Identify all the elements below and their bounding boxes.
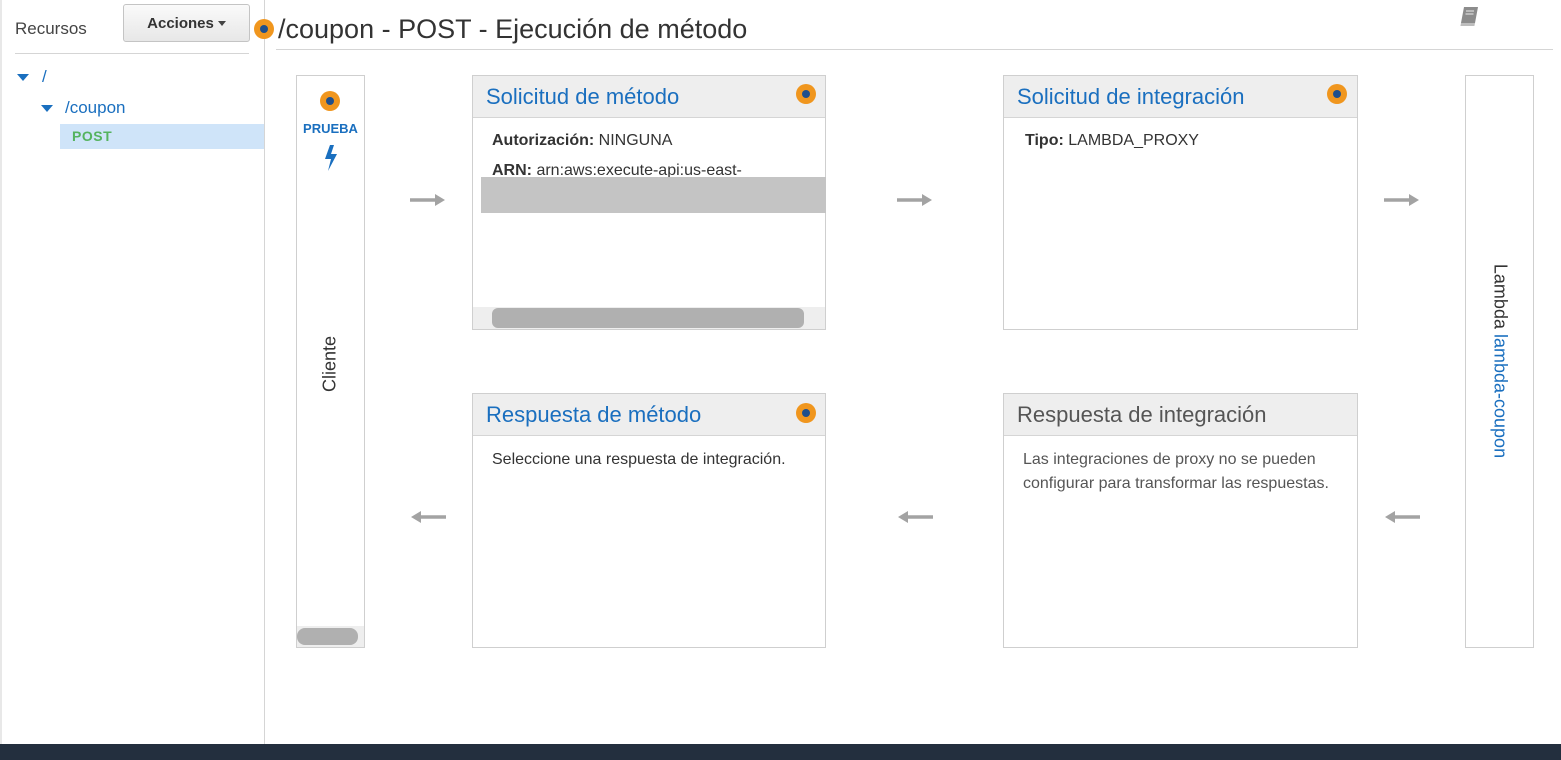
caret-down-icon: [217, 20, 226, 26]
sidebar-edge: [0, 0, 2, 744]
help-dot-icon[interactable]: [796, 403, 816, 423]
tree-item-root[interactable]: /: [17, 67, 47, 87]
footer-bar: [0, 744, 1561, 760]
help-dot-icon[interactable]: [320, 91, 340, 111]
integration-request-link[interactable]: Solicitud de integración: [1017, 84, 1244, 110]
authorization-key: Autorización:: [492, 132, 595, 149]
redacted-block: [481, 177, 826, 213]
scrollbar-thumb[interactable]: [492, 308, 804, 328]
sidebar-header: Recursos Acciones: [0, 0, 264, 54]
sidebar-divider: [15, 53, 249, 54]
method-response-link[interactable]: Respuesta de método: [486, 402, 701, 428]
actions-button[interactable]: Acciones: [123, 4, 250, 42]
tree-item-coupon[interactable]: /coupon: [41, 98, 126, 118]
resources-sidebar: Recursos Acciones / /coupon POST: [0, 0, 265, 744]
arrow-left-icon: [411, 511, 446, 523]
method-response-panel: Respuesta de método Seleccione una respu…: [472, 393, 826, 648]
bolt-icon[interactable]: [321, 144, 341, 172]
type-key: Tipo:: [1025, 132, 1064, 149]
panel-header: Respuesta de integración: [1004, 394, 1357, 436]
integration-response-panel: Respuesta de integración Las integracion…: [1003, 393, 1358, 648]
integration-response-title: Respuesta de integración: [1017, 402, 1267, 427]
scrollbar-thumb[interactable]: [297, 628, 358, 645]
method-response-body: Seleccione una respuesta de integración.: [492, 451, 786, 468]
lambda-column: Lambda lambda-coupon: [1465, 75, 1534, 648]
lambda-function-link[interactable]: lambda-coupon: [1491, 334, 1511, 458]
method-request-link[interactable]: Solicitud de método: [486, 84, 679, 110]
page-title: /coupon - POST - Ejecución de método: [278, 14, 748, 44]
tree-item-post-label[interactable]: POST: [72, 128, 112, 144]
arrow-left-icon: [898, 511, 933, 523]
tree-item-post[interactable]: POST: [60, 124, 264, 149]
panel-scrollbar[interactable]: [473, 307, 825, 329]
arrow-right-icon: [1384, 194, 1419, 206]
panel-header: Solicitud de método: [473, 76, 825, 118]
type-row: Tipo: LAMBDA_PROXY: [1025, 132, 1199, 150]
integration-response-body: Las integraciones de proxy no se pueden …: [1023, 451, 1329, 492]
client-scrollbar[interactable]: [297, 626, 364, 647]
type-value: LAMBDA_PROXY: [1068, 132, 1199, 149]
panel-header: Respuesta de método: [473, 394, 825, 436]
caret-down-icon[interactable]: [17, 73, 29, 81]
help-dot-icon[interactable]: [796, 84, 816, 104]
book-icon[interactable]: [1457, 5, 1481, 29]
lambda-type: Lambda: [1490, 263, 1511, 329]
authorization-value: NINGUNA: [598, 132, 673, 149]
tree-item-root-label[interactable]: /: [42, 67, 47, 87]
client-column: PRUEBA Cliente: [296, 75, 365, 648]
actions-button-label: Acciones: [147, 14, 214, 32]
header-divider: [276, 49, 1553, 50]
arrow-right-icon: [897, 194, 932, 206]
panel-header: Solicitud de integración: [1004, 76, 1357, 118]
test-link[interactable]: PRUEBA: [297, 121, 364, 136]
integration-request-panel: Solicitud de integración Tipo: LAMBDA_PR…: [1003, 75, 1358, 330]
client-label: Cliente: [319, 335, 340, 393]
arrow-right-icon: [410, 194, 445, 206]
lambda-label: Lambda lambda-coupon: [1490, 264, 1511, 458]
help-dot-icon[interactable]: [1327, 84, 1347, 104]
authorization-row: Autorización: NINGUNA: [492, 132, 672, 150]
sidebar-title: Recursos: [15, 19, 87, 38]
arrow-left-icon: [1385, 511, 1420, 523]
method-request-panel: Solicitud de método Autorización: NINGUN…: [472, 75, 826, 330]
tree-item-coupon-label[interactable]: /coupon: [65, 98, 126, 118]
help-dot-icon[interactable]: [254, 19, 274, 39]
caret-down-icon[interactable]: [41, 104, 53, 112]
